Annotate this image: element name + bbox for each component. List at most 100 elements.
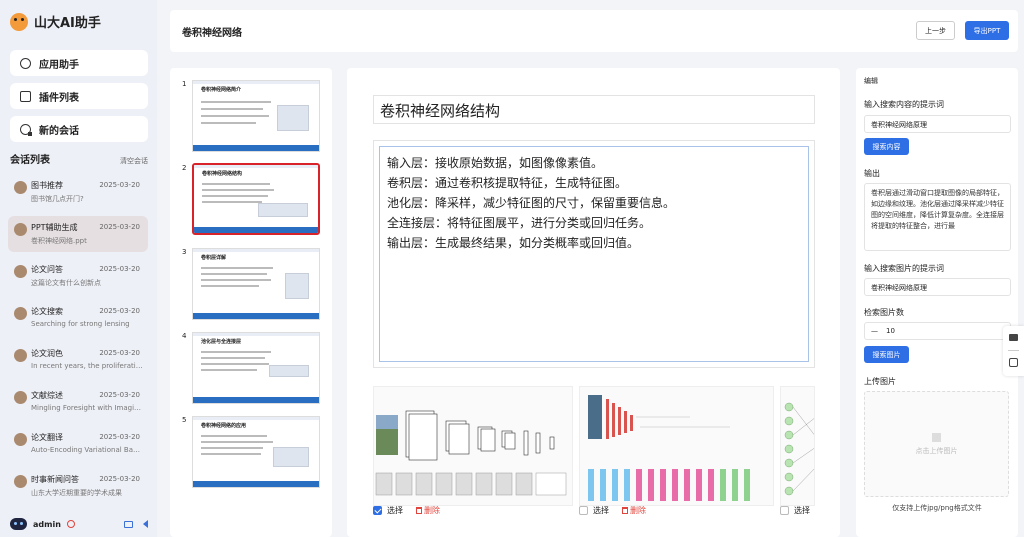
search-content-button[interactable]: 搜索内容: [864, 138, 909, 155]
image-select-checkbox[interactable]: [579, 506, 588, 515]
image-select-checkbox[interactable]: [780, 506, 789, 515]
thumbnail-text-line: [201, 101, 271, 103]
thumbnail-text-line: [201, 267, 273, 269]
image-select-row: 选择: [780, 505, 810, 516]
thumbnail-header: [193, 417, 319, 420]
slide-thumbnail[interactable]: 卷积层详解: [192, 248, 320, 320]
tiger-logo-icon: [10, 12, 28, 31]
image-count-value: 10: [886, 327, 895, 335]
export-ppt-button[interactable]: 导出PPT: [965, 21, 1009, 40]
edit-panel: 编辑 输入搜索内容的提示词 卷积神经网络原理 搜索内容 输出 卷积层通过滑动窗口…: [856, 68, 1018, 537]
thumbnail-image: [269, 365, 309, 377]
conversation-item[interactable]: 文献综述 2025-03-20 Mingling Foresight with …: [8, 384, 148, 420]
conversation-date: 2025-03-20: [99, 223, 140, 231]
previous-step-button[interactable]: 上一步: [916, 21, 955, 40]
trash-icon: [622, 507, 628, 514]
slide-thumbnail[interactable]: 池化层与全连接层: [192, 332, 320, 404]
thumbnail-text-line: [201, 363, 269, 365]
conversation-preview: In recent years, the proliferation ...: [31, 362, 143, 370]
conversation-item[interactable]: 图书推荐 2025-03-20 图书馆几点开门?: [8, 174, 148, 210]
candidate-image[interactable]: [579, 386, 774, 506]
upload-label: 上传图片: [864, 377, 896, 386]
content-line: 池化层：降采样，减少特征图的尺寸，保留重要信息。: [387, 196, 676, 210]
thumbnail-footer: [193, 481, 319, 487]
output-label: 输出: [864, 169, 880, 178]
slide-content-textarea[interactable]: 输入层：接收原始数据，如图像像素值。 卷积层：通过卷积核提取特征，生成特征图。 …: [379, 146, 809, 362]
collapse-arrow-icon[interactable]: [143, 520, 148, 528]
thumbnail-text-line: [201, 285, 259, 287]
conversation-item[interactable]: 时事新闻问答 2025-03-20 山东大学近期重要的学术成果: [8, 468, 148, 504]
thumbnail-text-line: [202, 195, 268, 197]
thumbnail-header: [193, 81, 319, 84]
slide-title-input[interactable]: 卷积神经网络结构: [373, 95, 815, 124]
sidebar: 山大AI助手 应用助手 插件列表 新的会话 会话列表 清空会话 图书推荐 202…: [0, 0, 157, 537]
conversation-item[interactable]: 论文搜索 2025-03-20 Searching for strong len…: [8, 300, 148, 336]
delete-image-button[interactable]: 删除: [416, 505, 440, 516]
conversation-item[interactable]: 论文翻译 2025-03-20 Auto-Encoding Variationa…: [8, 426, 148, 462]
select-label: 选择: [387, 506, 403, 515]
slide-content-editor[interactable]: 输入层：接收原始数据，如图像像素值。 卷积层：通过卷积核提取特征，生成特征图。 …: [373, 140, 815, 368]
slide-thumbnail[interactable]: 卷积神经网络结构: [192, 163, 320, 235]
nav-new-chat[interactable]: 新的会话: [10, 116, 148, 142]
plus-icon: [932, 432, 941, 442]
search-images-button[interactable]: 搜索图片: [864, 346, 909, 363]
clear-conversations-button[interactable]: 清空会话: [120, 156, 148, 166]
candidate-image[interactable]: [780, 386, 815, 506]
conversation-preview: Auto-Encoding Variational Baye...: [31, 446, 143, 454]
thumbnail-text-line: [201, 273, 267, 275]
cnn-architecture-diagram: [375, 410, 567, 496]
conversation-name: 论文搜索: [31, 307, 63, 316]
image-prompt-label: 输入搜索图片的提示词: [864, 264, 944, 273]
image-select-row: 选择 删除: [579, 505, 646, 516]
thumbnail-image: [285, 273, 309, 299]
app-assistant-icon: [20, 57, 31, 69]
output-textarea[interactable]: 卷积层通过滑动窗口提取图像的局部特征，如边缘和纹理。池化层通过降采样减少特征图的…: [864, 183, 1011, 251]
slide-thumbnail[interactable]: 卷积神经网络简介: [192, 80, 320, 152]
candidate-image[interactable]: [373, 386, 573, 506]
print-icon[interactable]: [1009, 358, 1018, 367]
image-select-checkbox[interactable]: [373, 506, 382, 515]
conversation-avatar: [14, 181, 27, 194]
monitor-icon[interactable]: [124, 520, 133, 528]
conversation-item[interactable]: PPT辅助生成 2025-03-20 卷积神经网络.ppt: [8, 216, 148, 252]
user-bar: admin: [10, 516, 150, 532]
upload-hint: 仅支持上传jpg/png格式文件: [892, 504, 982, 512]
thumbnail-title: 卷积神经网络简介: [201, 87, 242, 93]
conversation-item[interactable]: 论文问答 2025-03-20 这篇论文有什么创新点: [8, 258, 148, 294]
content-line: 卷积层：通过卷积核提取特征，生成特征图。: [387, 176, 628, 190]
search-prompt-input[interactable]: 卷积神经网络原理: [864, 115, 1011, 133]
thumbnail-footer: [194, 227, 318, 233]
nav-app-assistant[interactable]: 应用助手: [10, 50, 148, 76]
conversation-name: 论文问答: [31, 265, 63, 274]
thumbnail-text-line: [201, 441, 273, 443]
delete-image-button[interactable]: 删除: [622, 505, 646, 516]
thumbnail-title: 卷积神经网络结构: [202, 171, 243, 177]
conversation-preview: 图书馆几点开门?: [31, 195, 84, 203]
conversation-name: 论文翻译: [31, 433, 63, 442]
thumbnail-header: [194, 165, 318, 168]
feedback-icon[interactable]: [1009, 334, 1018, 341]
image-prompt-input[interactable]: 卷积神经网络原理: [864, 278, 1011, 296]
decrement-icon[interactable]: —: [871, 327, 878, 335]
thumbnail-number: 3: [182, 248, 187, 256]
select-label: 选择: [593, 506, 609, 515]
image-upload-dropzone[interactable]: 点击上传图片: [864, 391, 1009, 497]
nav-plugin-list[interactable]: 插件列表: [10, 83, 148, 109]
thumbnail-header: [193, 333, 319, 336]
thumbnail-title: 池化层与全连接层: [201, 339, 242, 345]
conversation-avatar: [14, 307, 27, 320]
content-line: 输入层：接收原始数据，如图像像素值。: [387, 156, 604, 170]
image-count-stepper[interactable]: — 10: [864, 322, 1011, 340]
slide-thumbnail[interactable]: 卷积神经网络的应用: [192, 416, 320, 488]
conversation-date: 2025-03-20: [99, 349, 140, 357]
nav-label: 新的会话: [39, 125, 79, 137]
vgg-network-diagram: [588, 395, 750, 501]
conversation-name: 文献综述: [31, 391, 63, 400]
conversation-item[interactable]: 论文润色 2025-03-20 In recent years, the pro…: [8, 342, 148, 378]
slide-thumbnails: 1 卷积神经网络简介 2 卷积神经网络结构 3 卷积层详解 4 池化层与全连接层: [170, 68, 332, 537]
panel-section-label: 编辑: [864, 77, 878, 85]
power-icon[interactable]: [66, 520, 75, 528]
image-select-row: 选择 删除: [373, 505, 440, 516]
thumbnail-title: 卷积神经网络的应用: [201, 423, 247, 429]
trash-icon: [416, 507, 422, 514]
